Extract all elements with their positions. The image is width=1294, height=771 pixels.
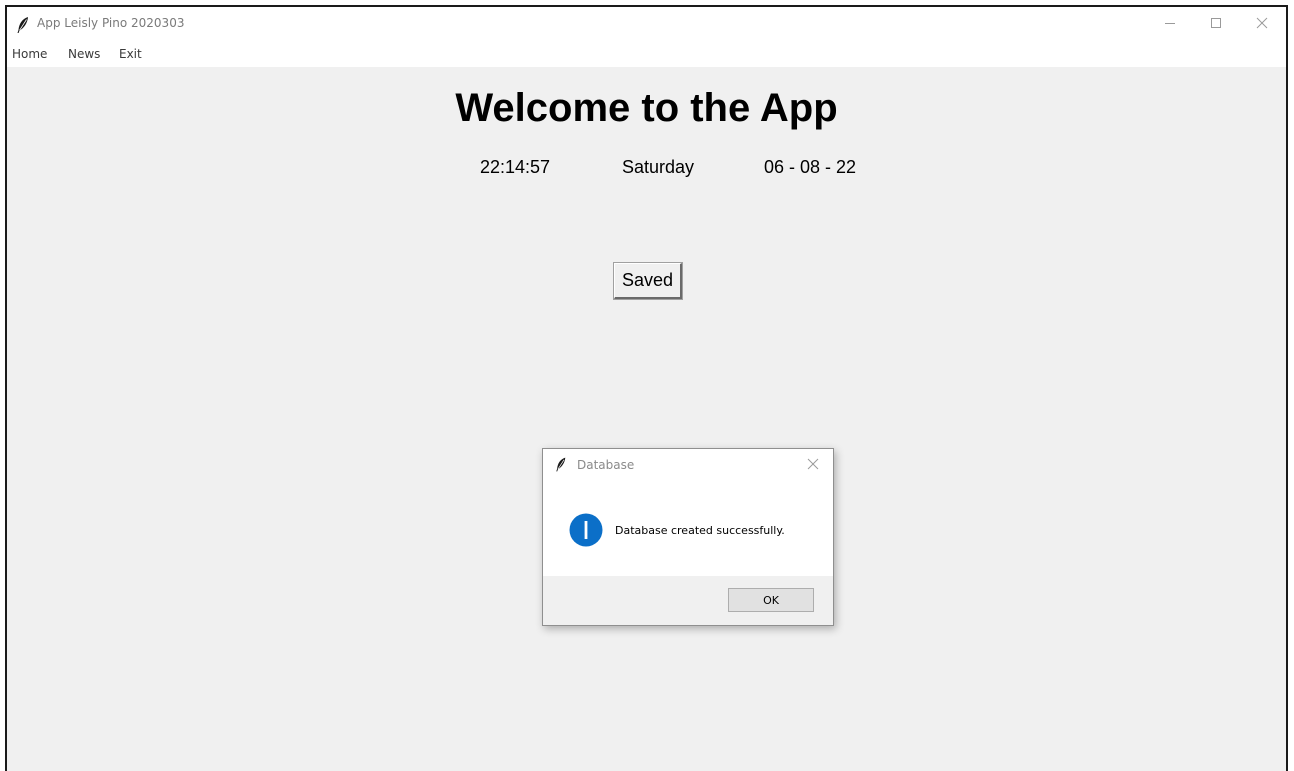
menu-bar: Home News Exit xyxy=(7,45,1286,67)
close-icon xyxy=(807,458,819,470)
welcome-heading: Welcome to the App xyxy=(455,86,838,130)
ok-button[interactable]: OK xyxy=(728,588,814,612)
day-label: Saturday xyxy=(622,157,695,177)
menu-item-home[interactable]: Home xyxy=(12,47,47,61)
dialog-body: Database created successfully. xyxy=(543,481,833,576)
saved-button[interactable]: Saved xyxy=(613,262,683,300)
maximize-button[interactable] xyxy=(1193,7,1239,39)
menu-item-exit[interactable]: Exit xyxy=(119,47,142,61)
main-content: Welcome to the App 22:14:57 Saturday 06 … xyxy=(7,67,1286,771)
dialog-titlebar[interactable]: Database xyxy=(543,449,833,481)
dialog-message: Database created successfully. xyxy=(615,524,785,537)
maximize-icon xyxy=(1211,18,1221,28)
app-window: App Leisly Pino 2020303 Home News Exit W… xyxy=(5,5,1288,771)
window-titlebar[interactable]: App Leisly Pino 2020303 xyxy=(7,7,1286,45)
minimize-button[interactable] xyxy=(1147,7,1193,39)
dialog-title: Database xyxy=(577,458,635,472)
dialog-footer: OK xyxy=(543,576,833,625)
date-label: 06 - 08 - 22 xyxy=(764,157,857,177)
close-button[interactable] xyxy=(1239,7,1285,39)
feather-icon xyxy=(556,457,566,472)
minimize-icon xyxy=(1165,23,1175,24)
menu-item-news[interactable]: News xyxy=(68,47,100,61)
window-title: App Leisly Pino 2020303 xyxy=(37,16,185,30)
info-icon xyxy=(569,513,603,547)
close-icon xyxy=(1256,17,1268,29)
clock-time: 22:14:57 xyxy=(480,157,551,177)
database-message-dialog: Database Database created successfully. … xyxy=(542,448,834,626)
dialog-close-button[interactable] xyxy=(795,449,831,479)
feather-icon xyxy=(17,17,28,33)
